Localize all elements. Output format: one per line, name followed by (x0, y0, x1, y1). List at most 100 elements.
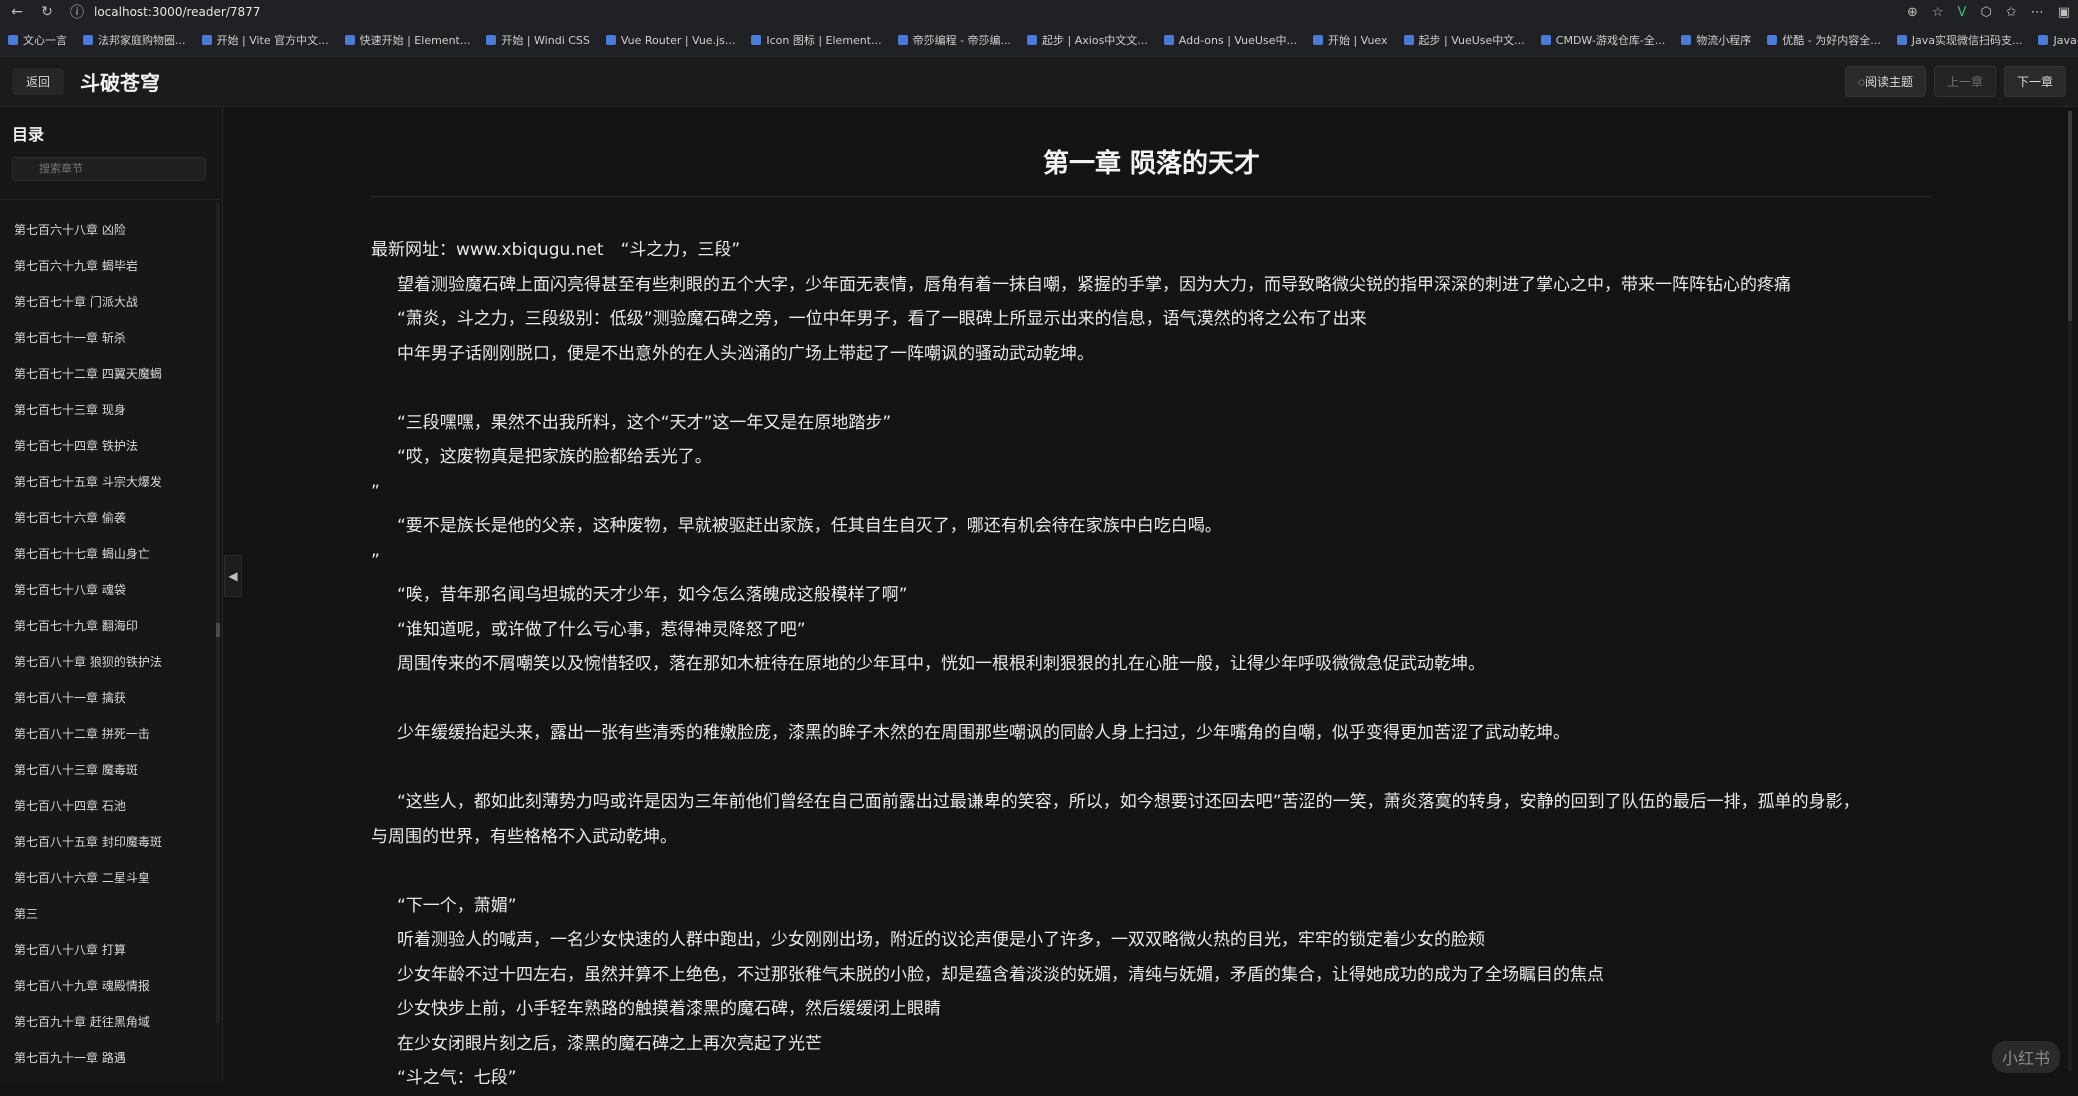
toc-item[interactable]: 第七百八十六章 二星斗皇 (0, 860, 222, 896)
bookmark-item[interactable]: 起步 | Axios中文文... (1027, 32, 1148, 48)
paragraph: “要不是族长是他的父亲，这种废物，早就被驱赶出家族，任其自生自灭了，哪还有机会待… (397, 516, 1222, 536)
translate-icon[interactable]: ⊕ (1907, 5, 1918, 20)
content-scrollbar[interactable] (2068, 111, 2072, 1071)
bookmark-item[interactable]: 开始 | Windi CSS (486, 32, 590, 48)
more-icon[interactable]: ⋯ (2031, 5, 2044, 20)
next-chapter-button[interactable]: 下一章 (2003, 66, 2066, 97)
content-scroll-thumb[interactable] (2068, 111, 2072, 321)
watermark: 小红书 (1991, 1041, 2060, 1073)
bookmark-favicon-icon (1767, 35, 1778, 45)
reload-icon[interactable]: ↻ (38, 4, 56, 20)
toc-scroll-thumb[interactable] (216, 623, 220, 637)
bookmark-favicon-icon (1540, 35, 1551, 45)
toc-item[interactable]: 第七百七十一章 斩杀 (0, 320, 222, 356)
toc-scrollbar[interactable] (216, 203, 220, 1023)
bookmark-item[interactable]: 起步 | VueUse中文... (1403, 32, 1525, 48)
paragraph: “唉，昔年那名闻乌坦城的天才少年，如今怎么落魄成这般模样了啊” (397, 585, 908, 605)
bookmark-item[interactable]: 快速开始 | Element... (344, 32, 471, 48)
bookmark-favicon-icon (1403, 35, 1414, 45)
toc-item[interactable]: 第七百七十章 门派大战 (0, 284, 222, 320)
toc-item[interactable]: 第七百八十章 狼狈的铁护法 (0, 644, 222, 680)
bookmark-item[interactable]: Java实现微信扫码支... (1896, 32, 2022, 48)
favorites-icon[interactable]: ✩ (2006, 5, 2017, 20)
bookmark-favicon-icon (486, 35, 497, 45)
chapter-body: 最新网址：www.xbiqugu.net “斗之力，三段” 望着测验魔石碑上面闪亮… (371, 233, 1932, 1096)
chapter-search-input[interactable] (12, 157, 206, 181)
toc-item[interactable]: 第七百七十七章 蝎山身亡 (0, 536, 222, 572)
bookmark-item[interactable]: 帝莎编程 - 帝莎编... (897, 32, 1011, 48)
toc-item[interactable]: 第七百八十八章 打算 (0, 932, 222, 968)
bookmark-label: 文心一言 (23, 34, 67, 47)
bookmark-item[interactable]: 法邦家庭购物圈... (83, 32, 186, 48)
back-button[interactable]: 返回 (12, 68, 65, 95)
bookmark-label: 快速开始 | Element... (359, 34, 471, 47)
address-bar[interactable]: ⓘ localhost:3000/reader/7877 (68, 2, 1768, 22)
book-title: 斗破苍穹 (80, 71, 161, 95)
bookmark-favicon-icon (1312, 35, 1323, 45)
paragraph: 中年男子话刚刚脱口，便是不出意外的在人头汹涌的广场上带起了一阵嘲讽的骚动武动乾坤… (397, 343, 1094, 364)
bookmark-label: Add-ons | VueUse中... (1178, 34, 1297, 47)
toc-item[interactable]: 第七百八十五章 封印魔毒斑 (0, 824, 222, 860)
bookmark-favicon-icon (83, 35, 93, 45)
toc-item[interactable]: 第七百七十四章 铁护法 (0, 428, 222, 464)
bookmark-label: 物流小程序 (1696, 34, 1752, 47)
paragraph: “这些人，都如此刻薄势力吗或许是因为三年前他们曾经在自己面前露出过最谦卑的笑容，… (397, 792, 1860, 812)
bookmark-item[interactable]: 开始 | Vite 官方中文... (201, 32, 329, 48)
toc-item[interactable]: 第三 (0, 896, 222, 932)
toc-search (12, 145, 210, 181)
bookmark-item[interactable]: Add-ons | VueUse中... (1163, 32, 1297, 48)
paragraph: “三段嘿嘿，果然不出我所料，这个“天才”这一年又是在原地踏步” (397, 412, 892, 433)
sidebar-toggle-icon[interactable]: ▣ (2058, 5, 2070, 20)
toc-item[interactable]: 第七百九十一章 路遇 (0, 1040, 222, 1076)
toc-item[interactable]: 第七百九十章 赶往黑角域 (0, 1004, 222, 1040)
toc-item[interactable]: 第七百六十九章 蝎毕岩 (0, 248, 222, 284)
prev-chapter-button[interactable]: 上一章 (1933, 66, 1996, 97)
bookmark-label: 法邦家庭购物圈... (98, 34, 186, 47)
bookmark-favicon-icon (8, 35, 18, 45)
extensions-icon[interactable]: ⬡ (1980, 5, 1991, 20)
chapter-title: 第一章 陨落的天才 (371, 107, 1932, 197)
reading-theme-button[interactable]: ◌阅读主题 (1844, 66, 1926, 97)
bookmark-item[interactable]: 文心一言 (8, 32, 67, 48)
vue-devtools-icon[interactable]: V (1958, 5, 1967, 20)
toc-item[interactable]: 第七百七十五章 斗宗大爆发 (0, 464, 222, 500)
bookmark-label: 优酷 - 为好内容全... (1782, 34, 1881, 47)
theme-icon: ◌ (1857, 75, 1865, 89)
paragraph: 少年缓缓抬起头来，露出一张有些清秀的稚嫩脸庞，漆黑的眸子木然的在周围那些嘲讽的同… (397, 723, 1570, 743)
browser-actions: ⊕ ☆ V ⬡ ✩ ⋯ ▣ (1907, 5, 2070, 20)
site-info-icon[interactable]: ⓘ (68, 2, 86, 22)
bookmark-item[interactable]: 开始 | Vuex (1312, 32, 1388, 48)
reader-header: 返回 斗破苍穹 ◌阅读主题 上一章 下一章 (0, 57, 2078, 107)
toc-item[interactable]: 第七百八十四章 石池 (0, 788, 222, 824)
back-arrow-icon[interactable]: ← (8, 4, 26, 20)
toc-item[interactable]: 第七百七十三章 现身 (0, 392, 222, 428)
toc-item[interactable]: 第七百八十一章 擒获 (0, 680, 222, 716)
bookmark-item[interactable]: Icon 图标 | Element... (751, 32, 882, 48)
toc-item[interactable]: 第七百八十三章 魔毒斑 (0, 752, 222, 788)
toc-item[interactable]: 第七百六十八章 凶险 (0, 212, 222, 248)
toc-title: 目录 (12, 125, 45, 144)
toc-list: 第七百六十八章 凶险 第七百六十九章 蝎毕岩 第七百七十章 门派大战 第七百七十一章 … (0, 200, 222, 1076)
toc-item[interactable]: 第七百八十九章 魂殿情报 (0, 968, 222, 1004)
bookmark-item[interactable]: 优酷 - 为好内容全... (1767, 32, 1881, 48)
toc-item[interactable]: 第七百七十二章 四翼天魔蝎 (0, 356, 222, 392)
bookmark-item[interactable]: Java—微信支付一小... (2038, 32, 2078, 48)
bookmark-item[interactable]: Vue Router | Vue.js... (605, 33, 736, 47)
toc-item[interactable]: 第七百七十六章 偷袭 (0, 500, 222, 536)
chapter-content: 第一章 陨落的天才 最新网址：www.xbiqugu.net “斗之力，三段” 望… (223, 107, 2078, 1088)
toc-item[interactable]: 第七百七十八章 魂袋 (0, 572, 222, 608)
toc-item[interactable]: 第七百八十二章 拼死一击 (0, 716, 222, 752)
bookmark-label: Vue Router | Vue.js... (620, 33, 736, 47)
star-icon[interactable]: ☆ (1932, 5, 1944, 20)
paragraph: 与周围的世界，有些格格不入武动乾坤。 (371, 826, 677, 847)
bookmark-favicon-icon (1896, 35, 1907, 45)
toc-item[interactable]: 第七百七十九章 翻海印 (0, 608, 222, 644)
bookmark-item[interactable]: CMDW-游戏仓库-全... (1540, 32, 1665, 48)
paragraph: 望着测验魔石碑上面闪亮得甚至有些刺眼的五个大字，少年面无表情，唇角有着一抹自嘲，… (397, 274, 1791, 295)
bookmark-favicon-icon (201, 35, 212, 45)
bookmark-item[interactable]: 物流小程序 (1681, 32, 1751, 48)
